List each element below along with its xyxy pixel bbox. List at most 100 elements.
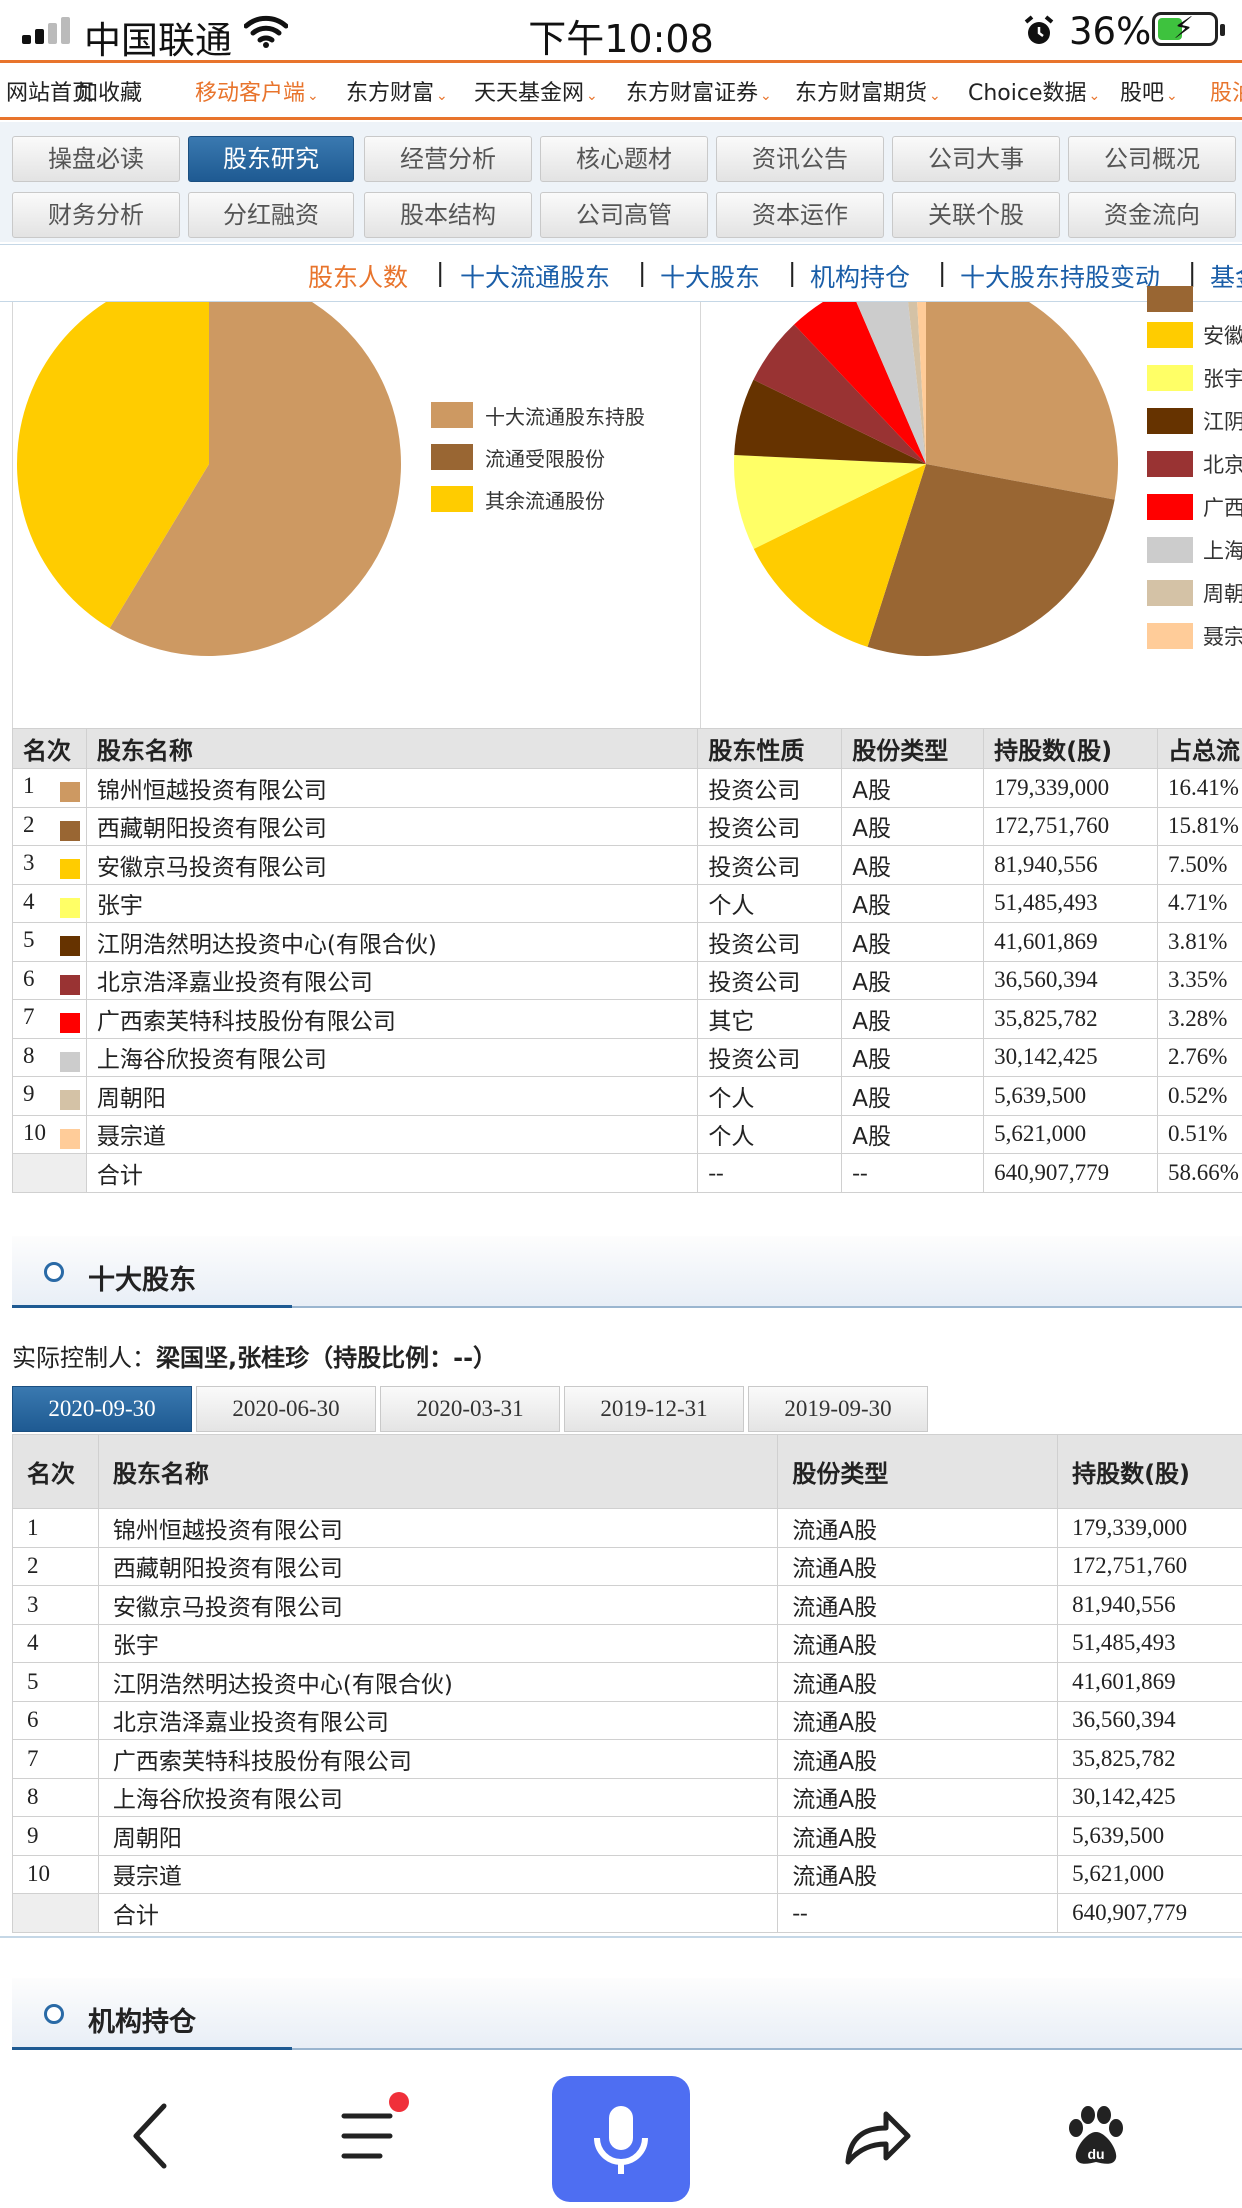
date-tab[interactable]: 2019-12-31 [564, 1386, 744, 1432]
subtab-top10[interactable]: 十大股东 [660, 258, 760, 294]
subtabs: 股东人数 | 十大流通股东 | 十大股东 | 机构持仓 | 十大股东持股变动 |… [0, 244, 1242, 302]
table-row: 7 广西索芙特科技股份有限公司 其它 A股 35,825,782 3.28% [12, 999, 1242, 1039]
menu-button[interactable] [330, 2064, 410, 2208]
topnav-item[interactable]: 东方财富证券 ⌄ [626, 75, 772, 107]
share-percent: 0.52% [1157, 1076, 1242, 1116]
circle-icon [44, 2004, 64, 2024]
holder-name: 聂宗道 [97, 1854, 779, 1894]
share-type: A股 [841, 883, 985, 923]
voice-button[interactable] [552, 2076, 690, 2202]
share-type: 流通A股 [777, 1816, 1059, 1856]
share-type: 流通A股 [777, 1777, 1059, 1817]
table-row: 3 安徽京马投资有限公司 流通A股 81,940,556 [12, 1585, 1242, 1625]
tab-profile[interactable]: 公司概况 [1068, 136, 1236, 182]
tab-executives[interactable]: 公司高管 [540, 192, 708, 238]
battery-percent: 36% [1069, 10, 1152, 53]
subtab-top10-change[interactable]: 十大股东持股变动 [960, 258, 1160, 294]
tab-core-themes[interactable]: 核心题材 [540, 136, 708, 182]
tab-events[interactable]: 公司大事 [892, 136, 1060, 182]
topnav-item[interactable]: 移动客户端 ⌄ [195, 75, 319, 107]
share-type: A股 [841, 999, 985, 1039]
tab-news[interactable]: 资讯公告 [716, 136, 884, 182]
date-tab[interactable]: 2020-03-31 [380, 1386, 560, 1432]
status-bar: 中国联通 下午10:08 36% ⚡ [0, 0, 1242, 62]
date-tab[interactable]: 2020-06-30 [196, 1386, 376, 1432]
rank-cell: 10 [12, 1854, 99, 1894]
legend-item: 其余流通股份 [431, 478, 645, 520]
topnav-item[interactable]: 东方财富 ⌄ [346, 75, 448, 107]
subtab-institutions[interactable]: 机构持仓 [810, 258, 910, 294]
section-header-top10: 十大股东 [12, 1236, 1242, 1308]
top-nav: 网站首页 加收藏 移动客户端 ⌄ 东方财富 ⌄ 天天基金网 ⌄ 东方财富证券 ⌄ 东方财… [0, 60, 1242, 120]
share-type: 流通A股 [777, 1585, 1059, 1625]
baidu-button[interactable]: du [1054, 2064, 1138, 2208]
share-type: 流通A股 [777, 1739, 1059, 1779]
subtab-fund[interactable]: 基金 [1210, 258, 1242, 294]
rank-cell: 2 [12, 1546, 99, 1586]
table-row: 4 张宇 流通A股 51,485,493 [12, 1623, 1242, 1663]
share-type: A股 [841, 960, 985, 1000]
table-row: 7 广西索芙特科技股份有限公司 流通A股 35,825,782 [12, 1739, 1242, 1779]
legend-item: 十大流通股东持股 [431, 394, 645, 436]
rank-cell: 10 [12, 1114, 87, 1154]
tab-finance[interactable]: 财务分析 [12, 192, 180, 238]
rank-cell: 4 [12, 883, 87, 923]
share-percent: 0.51% [1157, 1114, 1242, 1154]
holder-name: 江阴浩然明达投资中心(有限合伙) [85, 922, 699, 962]
holder-name: 张宇 [85, 883, 699, 923]
topnav-item[interactable]: 股吧 ⌄ [1120, 75, 1178, 107]
share-type: 流通A股 [777, 1508, 1059, 1548]
holder-nature: 投资公司 [697, 1037, 843, 1077]
tab-dividend[interactable]: 分红融资 [188, 192, 354, 238]
tab-capital-structure[interactable]: 股本结构 [364, 192, 532, 238]
rank-cell: 1 [12, 1508, 99, 1548]
date-tab[interactable]: 2020-09-30 [12, 1386, 192, 1432]
topnav-item[interactable]: Choice数据 ⌄ [968, 75, 1100, 107]
rank-cell: 5 [12, 1662, 99, 1702]
tab-shareholder-research[interactable]: 股东研究 [188, 136, 354, 182]
tab-related-stocks[interactable]: 关联个股 [892, 192, 1060, 238]
topnav-item[interactable]: 天天基金网 ⌄ [474, 75, 598, 107]
subtab-top10-float[interactable]: 十大流通股东 [460, 258, 610, 294]
topnav-item[interactable]: 股油 [1210, 75, 1242, 107]
share-percent: 3.35% [1157, 960, 1242, 1000]
holder-nature: 投资公司 [697, 806, 843, 846]
share-button[interactable] [838, 2064, 918, 2208]
rank-cell: 1 [12, 768, 87, 808]
share-type: A股 [841, 1037, 985, 1077]
rank-cell: 7 [12, 1739, 99, 1779]
table-row: 8 上海谷欣投资有限公司 投资公司 A股 30,142,425 2.76% [12, 1037, 1242, 1077]
topnav-item[interactable]: 加收藏 [76, 75, 142, 107]
back-button[interactable] [110, 2064, 190, 2208]
holder-name: 周朝阳 [97, 1816, 779, 1856]
share-type: A股 [841, 1076, 985, 1116]
table-row: 6 北京浩泽嘉业投资有限公司 流通A股 36,560,394 [12, 1700, 1242, 1740]
battery-icon: ⚡ [1152, 11, 1225, 46]
rank-cell: 6 [12, 1700, 99, 1740]
top10-holders-table: 名次 股东名称 股份类型 持股数(股) 1 锦州恒越投资有限公司 流通A股 179,3… [12, 1434, 1242, 1933]
color-swatch [59, 820, 80, 841]
pie-chart-top10-holders [734, 302, 1118, 656]
actual-controller: 实际控制人：梁国坚,张桂珍（持股比例：--） [12, 1344, 498, 1372]
holder-name: 广西索芙特科技股份有限公司 [85, 999, 699, 1039]
color-swatch [59, 1013, 80, 1034]
chevron-down-icon: ⌄ [760, 88, 772, 104]
subtab-shareholder-count[interactable]: 股东人数 [308, 258, 408, 294]
table-row: 5 江阴浩然明达投资中心(有限合伙) 投资公司 A股 41,601,869 3.81% [12, 922, 1242, 962]
topnav-item[interactable]: 东方财富期货 ⌄ [795, 75, 941, 107]
chevron-down-icon: ⌄ [436, 88, 448, 104]
tab-capital-ops[interactable]: 资本运作 [716, 192, 884, 238]
color-swatch [59, 1090, 80, 1111]
chevron-down-icon: ⌄ [586, 88, 598, 104]
page: 中国联通 下午10:08 36% ⚡ 网站首页 加收藏 移动客户端 ⌄ 东方财富 ⌄… [0, 0, 1242, 2208]
tab-caopan[interactable]: 操盘必读 [12, 136, 180, 182]
chevron-down-icon: ⌄ [1088, 88, 1101, 104]
shares-count: 51,485,493 [1057, 1623, 1242, 1663]
shares-count: 5,639,500 [1057, 1816, 1242, 1856]
shares-count: 41,601,869 [1057, 1662, 1242, 1702]
date-tab[interactable]: 2019-09-30 [748, 1386, 928, 1432]
holder-name: 广西索芙特科技股份有限公司 [97, 1739, 779, 1779]
tab-operations[interactable]: 经营分析 [364, 136, 532, 182]
tab-fund-flow[interactable]: 资金流向 [1068, 192, 1236, 238]
shares-count: 5,639,500 [983, 1076, 1158, 1116]
